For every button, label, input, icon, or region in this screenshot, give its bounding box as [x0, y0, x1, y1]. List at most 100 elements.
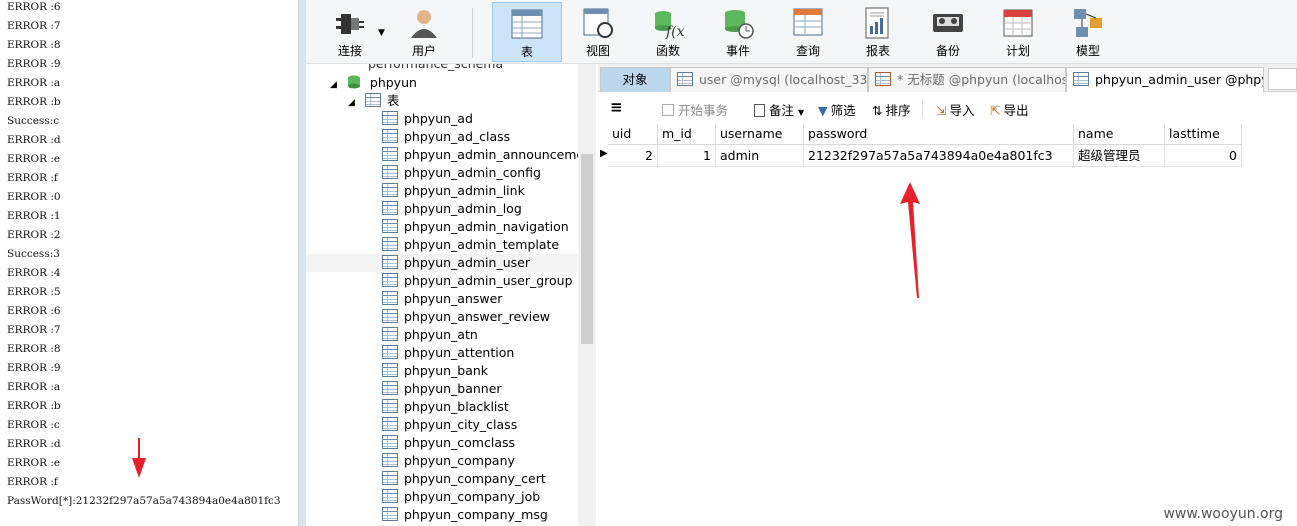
cell-password[interactable]: 21232f297a57a5a743894a0e4a801fc3 [804, 145, 1074, 167]
column-header-password[interactable]: password [804, 124, 1074, 145]
table-icon [382, 201, 398, 215]
annotation-arrow [900, 182, 920, 298]
tree-item-table[interactable]: phpyun_company_msg [382, 506, 548, 524]
note-button[interactable]: 备注 ▼ [754, 100, 804, 119]
table-button[interactable]: 表 [492, 2, 562, 62]
toolbar-separator [922, 100, 923, 118]
table-icon [382, 183, 398, 197]
tree-item-label: phpyun_atn [404, 327, 478, 342]
table-icon [382, 273, 398, 287]
tree-item-label: phpyun_company_msg [404, 507, 548, 522]
tab-phpyun-admin-user[interactable]: phpyun_admin_user @phpy... [1066, 67, 1264, 92]
tree-group-tables[interactable]: ◢ 表 [348, 92, 399, 110]
tree-item-table[interactable]: phpyun_admin_announcement [382, 146, 596, 164]
view-button[interactable]: 视图 [568, 2, 628, 62]
tree-item-table[interactable]: phpyun_banner [382, 380, 502, 398]
import-button[interactable]: ⇲ 导入 [936, 100, 975, 119]
user-button[interactable]: 用户 [394, 2, 454, 62]
tree-item-table[interactable]: phpyun_company [382, 452, 515, 470]
tree-item-table[interactable]: phpyun_comclass [382, 434, 515, 452]
tree-item-label: phpyun_admin_link [404, 183, 525, 198]
cell-m_id[interactable]: 1 [658, 145, 716, 167]
console-line: ERROR :d [7, 438, 61, 450]
tree-db-partial[interactable]: performance_schema [368, 64, 503, 73]
tree-item-label: phpyun_city_class [404, 417, 518, 432]
filter-button[interactable]: ▼ 筛选 [818, 100, 856, 119]
cell-username[interactable]: admin [716, 145, 804, 167]
console-line: ERROR :c [7, 419, 60, 431]
schedule-button[interactable]: 计划 [988, 2, 1048, 62]
tab-user-mysql[interactable]: user @mysql (localhost_330... [670, 67, 868, 92]
tree-item-table[interactable]: phpyun_admin_template [382, 236, 559, 254]
tree-item-table[interactable]: phpyun_answer [382, 290, 502, 308]
column-header-name[interactable]: name [1074, 124, 1165, 145]
tree-item-label: phpyun_ad [404, 111, 473, 126]
tree-item-table[interactable]: phpyun_admin_navigation [382, 218, 569, 236]
view-icon [583, 8, 613, 38]
cell-lasttime[interactable]: 0 [1165, 145, 1242, 167]
splitter[interactable] [298, 0, 306, 526]
column-header-m_id[interactable]: m_id [658, 124, 716, 145]
tree-item-table[interactable]: phpyun_city_class [382, 416, 517, 434]
tree-item-table[interactable]: phpyun_admin_config [382, 164, 541, 182]
row-pointer-icon: ▶ [600, 148, 608, 159]
event-button[interactable]: 事件 [708, 2, 768, 62]
tree-item-table[interactable]: phpyun_ad [382, 110, 473, 128]
sort-button[interactable]: ⇅ 排序 [872, 100, 911, 119]
console-line: Success:c [7, 115, 60, 127]
connect-button[interactable]: 连接 [320, 2, 380, 62]
tab-objects[interactable]: 对象 [600, 67, 670, 92]
model-button[interactable]: 模型 [1058, 2, 1118, 62]
column-header-lasttime[interactable]: lasttime [1165, 124, 1242, 145]
tree-item-table[interactable]: phpyun_ad_class [382, 128, 510, 146]
expand-icon[interactable]: ◢ [330, 80, 337, 90]
table-icon [382, 435, 398, 449]
table-icon [382, 255, 398, 269]
scrollbar-thumb[interactable] [581, 154, 593, 344]
tree-item-table[interactable]: phpyun_admin_user_group [382, 272, 573, 290]
tree-item-table[interactable]: phpyun_admin_link [382, 182, 525, 200]
svg-text:f(x): f(x) [665, 24, 685, 40]
tree-item-table[interactable]: phpyun_company_job [382, 488, 540, 506]
tree-scrollbar[interactable] [578, 64, 596, 526]
button-label: 筛选 [830, 103, 856, 118]
expand-icon[interactable]: ◢ [348, 98, 355, 108]
report-icon [865, 7, 889, 39]
toolbar-label: 用户 [411, 44, 436, 58]
query-button[interactable]: 查询 [778, 2, 838, 62]
report-button[interactable]: 报表 [848, 2, 908, 62]
table-icon [382, 399, 398, 413]
tree-item-table[interactable]: phpyun_attention [382, 344, 514, 362]
cell-name[interactable]: 超级管理员 [1074, 145, 1165, 167]
function-button[interactable]: f(x) 函数 [638, 2, 698, 62]
column-header-username[interactable]: username [716, 124, 804, 145]
chevron-down-icon[interactable]: ▼ [798, 108, 804, 117]
backup-button[interactable]: 备份 [918, 2, 978, 62]
main-toolbar: 连接 ▼ 用户 表 视图 f(x) 函数 事件 [306, 0, 1297, 64]
column-header-uid[interactable]: uid [608, 124, 658, 145]
toolbar-label: 表 [520, 45, 533, 59]
tree-item-table[interactable]: phpyun_bank [382, 362, 488, 380]
console-output: ERROR :6 ERROR :7 ERROR :8 ERROR :9 ERROR :a… [0, 0, 298, 526]
tree-item-table[interactable]: phpyun_blacklist [382, 398, 509, 416]
export-button[interactable]: ⇱ 导出 [990, 100, 1029, 119]
table-icon [382, 417, 398, 431]
tree-item-label: phpyun_bank [404, 363, 489, 378]
menu-icon[interactable]: ≡ [610, 98, 623, 116]
table-icon [382, 237, 398, 251]
table-icon [677, 72, 693, 86]
tree-item-table[interactable]: phpyun_admin_log [382, 200, 522, 218]
tree-item-table[interactable]: phpyun_answer_review [382, 308, 550, 326]
tree-item-table[interactable]: phpyun_admin_user [306, 254, 596, 272]
tree-db-phpyun[interactable]: ◢ phpyun [330, 74, 417, 92]
console-line: ERROR :2 [7, 229, 61, 241]
tab-untitled-query[interactable]: * 无标题 @phpyun (localhos... [868, 67, 1066, 92]
chevron-down-icon[interactable]: ▼ [378, 28, 385, 38]
tree-item-table[interactable]: phpyun_company_cert [382, 470, 546, 488]
tree-item-table[interactable]: phpyun_atn [382, 326, 478, 344]
cell-uid[interactable]: 2 [608, 145, 658, 167]
begin-transaction-button[interactable]: 开始事务 [662, 100, 728, 119]
table-icon [511, 9, 543, 39]
tab-overflow[interactable] [1268, 68, 1297, 90]
import-icon: ⇲ [936, 103, 947, 118]
